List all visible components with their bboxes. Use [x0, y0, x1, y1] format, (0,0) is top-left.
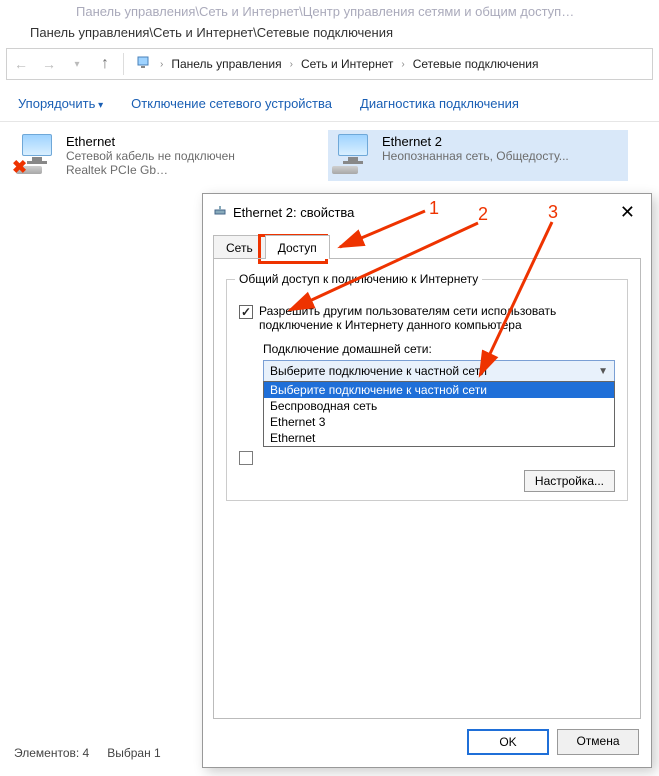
dialog-buttons: OK Отмена: [203, 719, 651, 767]
connection-status: Неопознанная сеть, Общедосту...: [382, 149, 624, 163]
up-button[interactable]: ↑: [91, 50, 119, 78]
disconnected-icon: ✖: [12, 157, 27, 178]
connection-item-ethernet[interactable]: ✖ Ethernet Сетевой кабель не подключен R…: [12, 130, 312, 181]
chevron-right-icon[interactable]: ›: [156, 59, 167, 70]
connection-name: Ethernet 2: [382, 134, 624, 149]
tab-sharing[interactable]: Доступ: [265, 235, 330, 259]
diagnose-button[interactable]: Диагностика подключения: [360, 96, 519, 111]
chevron-right-icon[interactable]: ›: [397, 59, 408, 70]
item-count: Элементов: 4: [14, 746, 89, 760]
disable-device-button[interactable]: Отключение сетевого устройства: [131, 96, 332, 111]
close-button[interactable]: ✕: [614, 202, 641, 223]
combo-value: Выберите подключение к частной сети: [270, 364, 487, 378]
breadcrumb-seg-1[interactable]: Панель управления: [167, 55, 285, 73]
breadcrumb-seg-3[interactable]: Сетевые подключения: [409, 55, 543, 73]
connections-list: ✖ Ethernet Сетевой кабель не подключен R…: [0, 122, 659, 189]
address-bar: ← → ▾ ↑ › Панель управления › Сеть и Инт…: [6, 48, 653, 80]
dropdown-option[interactable]: Ethernet 3: [264, 414, 614, 430]
properties-dialog: Ethernet 2: свойства ✕ Сеть Доступ Общий…: [202, 193, 652, 768]
group-title: Общий доступ к подключению к Интернету: [235, 272, 482, 286]
recent-button[interactable]: ▾: [63, 50, 91, 78]
allow-control-checkbox[interactable]: [239, 451, 253, 465]
connection-status: Сетевой кабель не подключен: [66, 149, 308, 163]
connection-device: Realtek PCIe Gb…: [66, 163, 308, 177]
tab-panel-sharing: Общий доступ к подключению к Интернету Р…: [213, 259, 641, 719]
breadcrumb-seg-2[interactable]: Сеть и Интернет: [297, 55, 397, 73]
forward-button[interactable]: →: [35, 50, 63, 78]
network-location-icon: [128, 55, 156, 74]
connection-name: Ethernet: [66, 134, 308, 149]
allow-sharing-checkbox[interactable]: [239, 305, 253, 319]
network-adapter-icon: ✖: [16, 134, 58, 176]
connection-item-ethernet2[interactable]: Ethernet 2 Неопознанная сеть, Общедосту.…: [328, 130, 628, 181]
cancel-button[interactable]: Отмена: [557, 729, 639, 755]
ok-button[interactable]: OK: [467, 729, 549, 755]
parent-window-title: Панель управления\Сеть и Интернет\Центр …: [0, 0, 659, 19]
dropdown-option[interactable]: Беспроводная сеть: [264, 398, 614, 414]
allow-control-row: [239, 450, 615, 465]
chevron-right-icon[interactable]: ›: [286, 59, 297, 70]
network-adapter-icon: [332, 134, 374, 176]
allow-sharing-label: Разрешить другим пользователям сети испо…: [259, 304, 615, 332]
home-connection-dropdown: Выберите подключение к частной сети Бесп…: [263, 381, 615, 447]
allow-sharing-row: Разрешить другим пользователям сети испо…: [239, 304, 615, 332]
organize-menu[interactable]: Упорядочить: [18, 96, 103, 111]
home-connection-label: Подключение домашней сети:: [263, 342, 615, 356]
adapter-icon: [213, 204, 227, 221]
dialog-title-text: Ethernet 2: свойства: [233, 205, 354, 220]
selected-count: Выбран 1: [107, 746, 160, 760]
tab-strip: Сеть Доступ: [203, 231, 651, 259]
settings-button[interactable]: Настройка...: [524, 470, 615, 492]
back-button[interactable]: ←: [7, 50, 35, 78]
dropdown-option[interactable]: Выберите подключение к частной сети: [264, 382, 614, 398]
window-title: Панель управления\Сеть и Интернет\Сетевы…: [0, 19, 659, 46]
dropdown-option[interactable]: Ethernet: [264, 430, 614, 446]
chevron-down-icon: ▼: [598, 366, 608, 377]
home-connection-combobox[interactable]: Выберите подключение к частной сети ▼: [263, 360, 615, 382]
status-bar: Элементов: 4 Выбран 1: [0, 742, 175, 764]
toolbar: Упорядочить Отключение сетевого устройст…: [0, 86, 659, 122]
dialog-titlebar: Ethernet 2: свойства ✕: [203, 194, 651, 231]
ics-group: Общий доступ к подключению к Интернету Р…: [226, 279, 628, 501]
